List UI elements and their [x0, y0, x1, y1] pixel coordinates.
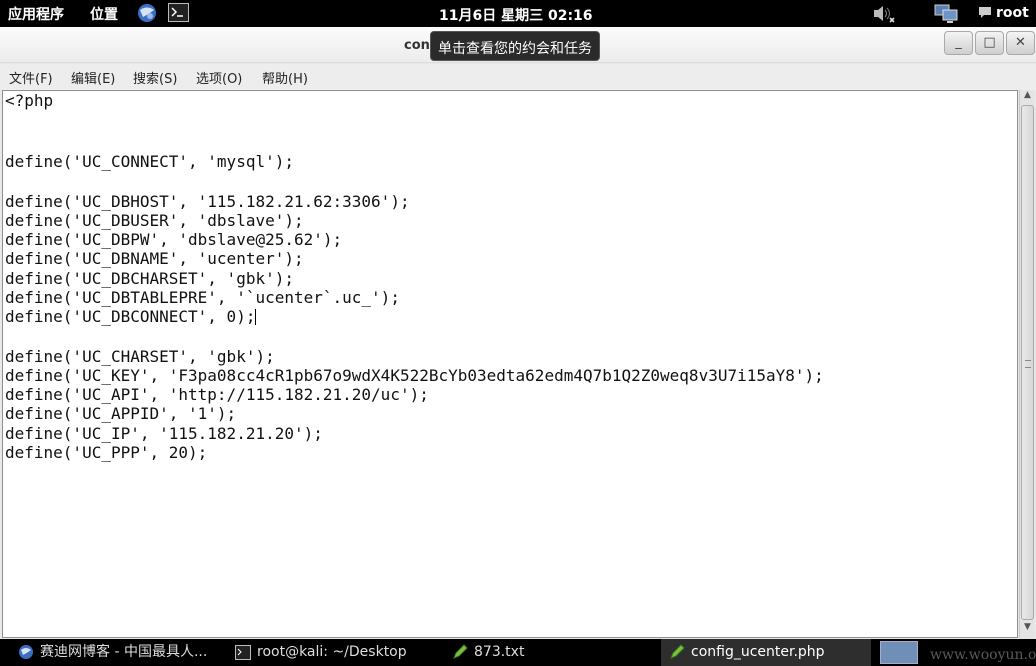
task-label: 873.txt	[474, 644, 525, 660]
places-menu[interactable]: 位置	[90, 4, 118, 24]
top-panel: 应用程序 位置 11月6日 星期三 02:16 root	[0, 0, 1036, 27]
code-line: define('UC_DBTABLEPRE', '`ucenter`.uc_')…	[5, 287, 400, 307]
menu-file[interactable]: 文件(F)	[9, 68, 53, 87]
scroll-thumb[interactable]	[1021, 105, 1034, 620]
task-label: 赛迪网博客 - 中国最具人...	[40, 644, 208, 660]
browser-globe-icon[interactable]	[136, 2, 158, 24]
scroll-down-arrow-icon[interactable]: ▼	[1020, 622, 1035, 636]
code-line: define('UC_PPP', 20);	[5, 442, 208, 462]
volume-muted-icon[interactable]	[872, 3, 896, 24]
taskbar: 赛迪网博客 - 中国最具人... root@kali: ~/Desktop 87…	[0, 639, 1036, 666]
task-config-file-active[interactable]: config_ucenter.php	[661, 639, 871, 666]
code-line: define('UC_DBHOST', '115.182.21.62:3306'…	[5, 191, 410, 211]
clock[interactable]: 11月6日 星期三 02:16	[439, 5, 593, 25]
title-bar[interactable]: con 单击查看您的约会和任务 _ □ ✕	[0, 27, 1036, 63]
user-menu[interactable]: root	[978, 5, 1029, 21]
code-line: define('UC_DBCHARSET', 'gbk');	[5, 268, 294, 288]
calendar-tooltip: 单击查看您的约会和任务	[430, 31, 600, 61]
grip-icon	[1025, 360, 1031, 368]
watermark: www.wooyun.org	[930, 647, 1036, 663]
close-button[interactable]: ✕	[1006, 31, 1035, 55]
terminal-icon[interactable]	[168, 3, 189, 22]
network-icon[interactable]	[934, 3, 958, 24]
task-txt-file[interactable]: 873.txt	[452, 639, 652, 666]
text-area[interactable]: <?php define('UC_CONNECT', 'mysql'); def…	[2, 90, 1018, 638]
editor-window: con 单击查看您的约会和任务 _ □ ✕ 文件(F) 编辑(E) 搜索(S) …	[0, 27, 1036, 639]
code-line: define('UC_CONNECT', 'mysql');	[5, 151, 294, 171]
terminal-icon	[235, 645, 251, 660]
text-caret	[255, 308, 257, 325]
menu-edit[interactable]: 编辑(E)	[71, 68, 115, 87]
minimize-button[interactable]: _	[944, 31, 973, 55]
code-line: define('UC_DBPW', 'dbslave@25.62');	[5, 230, 343, 250]
code-line: define('UC_IP', '115.182.21.20');	[5, 423, 323, 443]
browser-globe-icon	[19, 645, 33, 659]
code-line: define('UC_CHARSET', 'gbk');	[5, 346, 275, 366]
code-line-with-caret: define('UC_DBCONNECT', 0);	[5, 307, 824, 326]
window-title: con	[404, 38, 430, 53]
code-text: define('UC_DBCONNECT', 0);	[5, 306, 256, 326]
code-line: <?php	[5, 91, 54, 110]
menu-options[interactable]: 选项(O)	[196, 68, 242, 87]
task-label: root@kali: ~/Desktop	[257, 644, 407, 660]
code-content: <?php define('UC_CONNECT', 'mysql'); def…	[5, 91, 824, 462]
code-line: define('UC_APPID', '1');	[5, 404, 237, 424]
workspace-switcher[interactable]	[880, 641, 918, 664]
text-editor-icon	[453, 644, 468, 659]
menu-search[interactable]: 搜索(S)	[133, 68, 177, 87]
maximize-button[interactable]: □	[975, 31, 1004, 55]
user-name: root	[996, 5, 1029, 21]
user-chat-icon	[979, 7, 991, 18]
scroll-up-arrow-icon[interactable]: ▲	[1020, 90, 1035, 104]
code-line: define('UC_DBUSER', 'dbslave');	[5, 210, 304, 230]
code-line: define('UC_API', 'http://115.182.21.20/u…	[5, 385, 429, 405]
menu-help[interactable]: 帮助(H)	[262, 68, 308, 87]
code-line: define('UC_KEY', 'F3pa08cc4cR1pb67o9wdX4…	[5, 366, 824, 386]
code-line: define('UC_DBNAME', 'ucenter');	[5, 249, 304, 269]
task-label: config_ucenter.php	[691, 644, 825, 660]
task-browser[interactable]: 赛迪网博客 - 中国最具人...	[18, 639, 223, 666]
task-terminal[interactable]: root@kali: ~/Desktop	[235, 639, 435, 666]
menu-bar: 文件(F) 编辑(E) 搜索(S) 选项(O) 帮助(H)	[0, 64, 1036, 90]
vertical-scrollbar[interactable]: ▲ ▼	[1019, 90, 1034, 638]
applications-menu[interactable]: 应用程序	[8, 4, 64, 24]
text-editor-icon	[670, 644, 685, 659]
